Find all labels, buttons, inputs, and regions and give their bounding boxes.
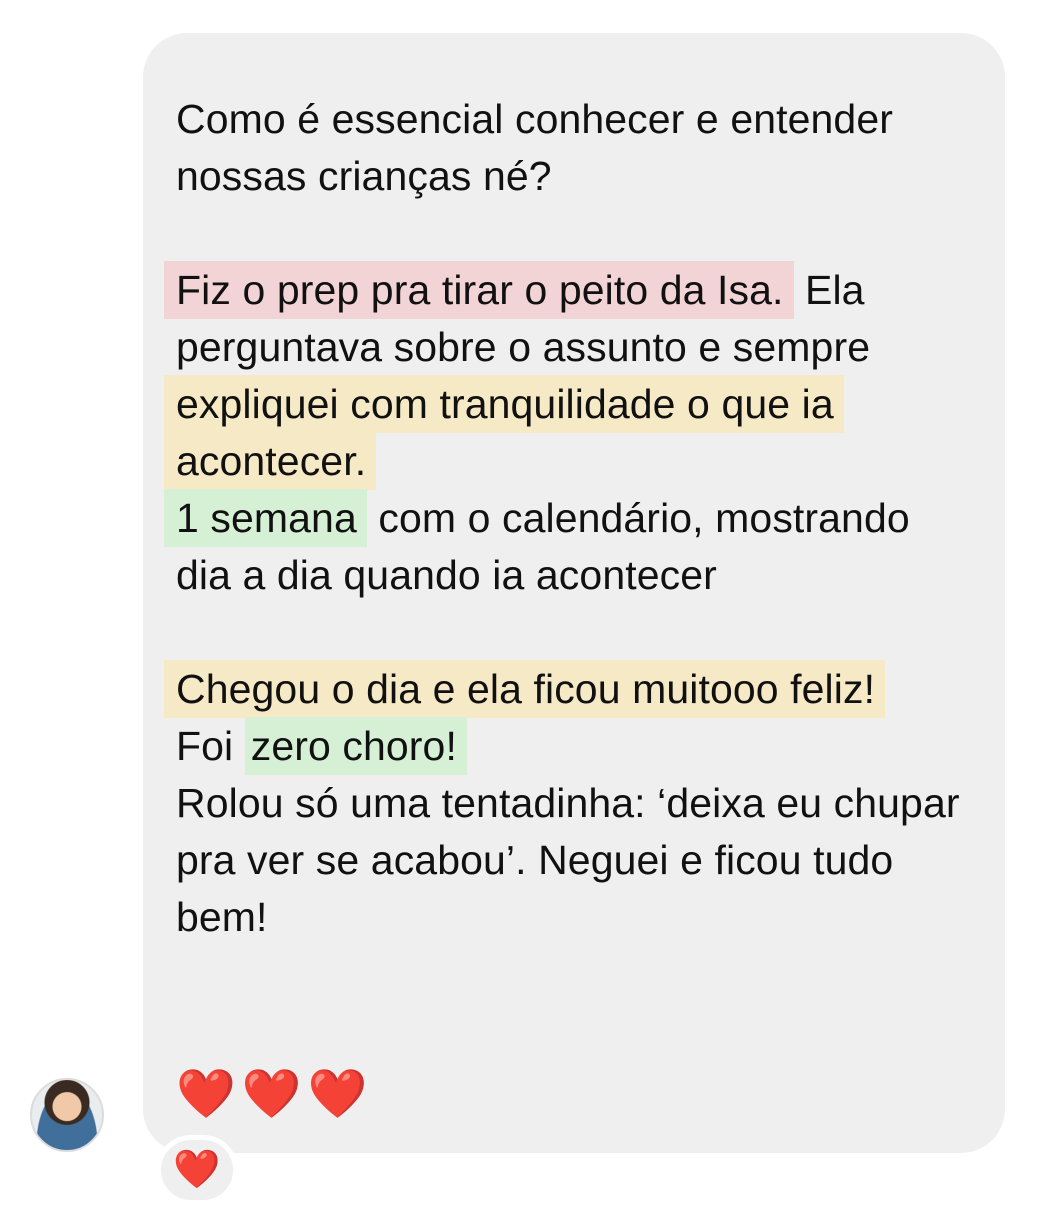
hearts-emoji: ❤️❤️❤️ — [176, 1068, 374, 1121]
message-paragraph-6: Rolou só uma tentadinha: ‘deixa eu chupa… — [176, 780, 960, 940]
message-paragraph-3: 1 semana com o calendário, mostrando dia… — [164, 489, 975, 604]
message-paragraph-1: Como é essencial conhecer e entender nos… — [176, 96, 893, 199]
heart-icon: ❤️ — [173, 1149, 221, 1191]
avatar[interactable] — [30, 1078, 104, 1152]
highlight-yellow: expliquei com tranquilidade o que ia aco… — [164, 375, 844, 490]
message-paragraph-5: Foi zero choro! — [176, 717, 975, 775]
highlight-green: zero choro! — [244, 717, 467, 775]
message-paragraph-4: Chegou o dia e ela ficou muitooo feliz! — [164, 660, 975, 718]
highlight-yellow: Chegou o dia e ela ficou muitooo feliz! — [164, 660, 886, 718]
heart-reaction-badge[interactable]: ❤️ — [156, 1135, 238, 1205]
highlight-red: Fiz o prep pra tirar o peito da Isa. — [164, 261, 794, 319]
highlight-green: 1 semana — [164, 489, 367, 547]
message-paragraph-2: Fiz o prep pra tirar o peito da Isa. Ela… — [164, 261, 975, 490]
message-bubble[interactable]: Como é essencial conhecer e entender nos… — [143, 33, 1005, 1153]
message-text-span: Foi — [176, 723, 245, 769]
message-text: Como é essencial conhecer e entender nos… — [164, 91, 975, 946]
